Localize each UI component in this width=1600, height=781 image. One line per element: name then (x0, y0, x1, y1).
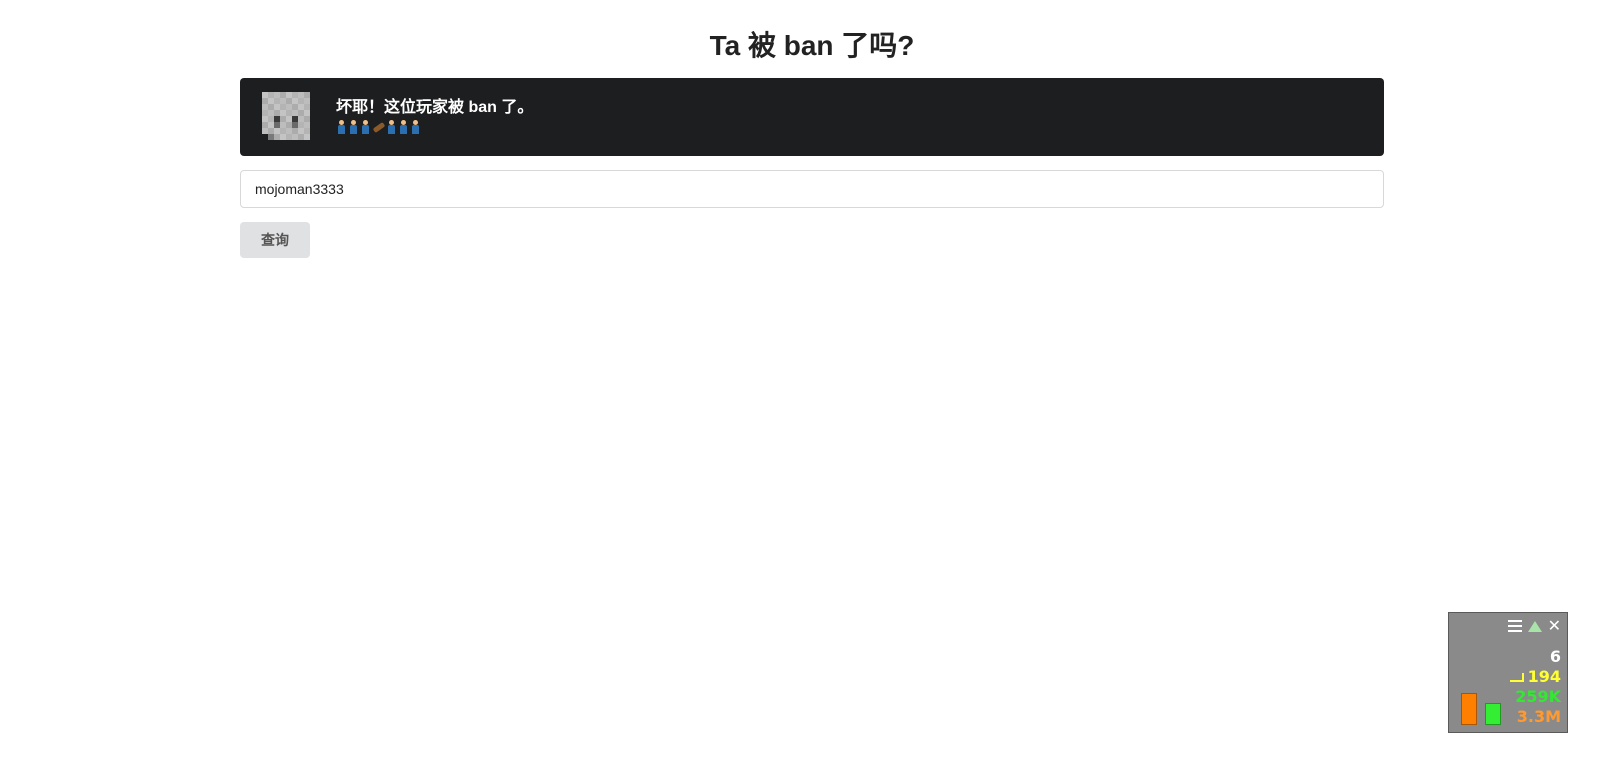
query-button[interactable]: 查询 (240, 222, 310, 258)
username-input[interactable] (240, 170, 1384, 208)
person-emoji-icon (410, 120, 421, 134)
person-emoji-icon (336, 120, 347, 134)
close-icon[interactable]: ✕ (1548, 618, 1561, 634)
banner-text: 坏耶！这位玩家被 ban 了。 (336, 98, 533, 134)
widget-controls: ✕ (1507, 618, 1561, 634)
widget-stats: 6 194 259K 3.3M (1509, 647, 1561, 727)
stat-memory: 259K (1515, 687, 1561, 706)
ban-status-message: 坏耶！这位玩家被 ban 了。 (336, 99, 534, 116)
main-container: Ta 被 ban 了吗? 坏耶！这位玩家被 ban 了。 查询 (240, 0, 1384, 258)
stat-dom: 3.3M (1516, 707, 1561, 726)
page-title: Ta 被 ban 了吗? (709, 30, 915, 61)
result-banner: 坏耶！这位玩家被 ban 了。 (240, 78, 1384, 156)
green-bar (1485, 703, 1501, 725)
person-emoji-icon (348, 120, 359, 134)
player-avatar (262, 92, 310, 140)
stat-fps-row: 194 (1509, 667, 1561, 687)
fps-icon (1509, 672, 1524, 682)
stat-count: 6 (1549, 647, 1561, 666)
person-emoji-icon (360, 120, 371, 134)
performance-widget: ✕ 6 194 259K 3.3M (1448, 612, 1568, 733)
collapse-up-icon[interactable] (1527, 620, 1542, 632)
person-emoji-icon (398, 120, 409, 134)
coffin-emoji-icon (372, 120, 385, 134)
stat-fps: 194 (1527, 667, 1561, 686)
page: Ta 被 ban 了吗? 坏耶！这位玩家被 ban 了。 查询 ✕ 6 194 … (0, 0, 1600, 781)
orange-bar (1461, 693, 1477, 725)
emoji-sequence (336, 120, 533, 134)
menu-icon[interactable] (1507, 620, 1522, 632)
person-emoji-icon (386, 120, 397, 134)
